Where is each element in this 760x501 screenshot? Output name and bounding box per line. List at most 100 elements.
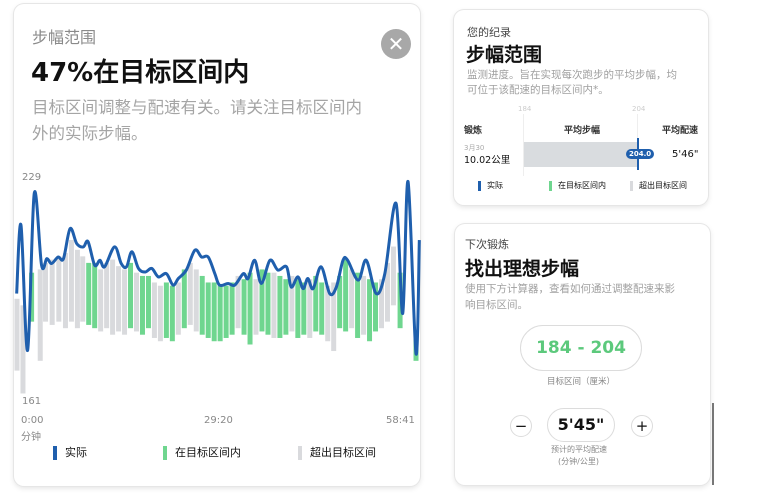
- out-of-range-bar: [37, 269, 43, 361]
- in-range-bar: [367, 279, 373, 342]
- in-range-bar: [295, 279, 301, 338]
- out-of-range-bar: [157, 285, 163, 342]
- out-of-range-bar: [43, 262, 49, 322]
- in-range-bar: [283, 279, 289, 335]
- pace-label-2: (分钟/公里): [558, 457, 599, 466]
- next-desc-1: 使用下方计算器，查看如何通过调整配速来影: [465, 283, 675, 295]
- record-desc-2: 可位于该配速的目标区间内*。: [467, 84, 609, 96]
- in-range-bar: [301, 282, 307, 335]
- next-workout-card: 下次锻炼 找出理想步幅 使用下方计算器，查看如何通过调整配速来影 响目标区间。 …: [455, 224, 710, 485]
- legend-label: 在目标区间内: [175, 446, 241, 459]
- legend-swatch-out: [298, 446, 302, 460]
- stride-range-bar: [524, 142, 638, 167]
- out-of-range-bar: [253, 279, 259, 335]
- in-range-bar: [163, 282, 169, 338]
- out-of-range-bar: [68, 240, 74, 322]
- next-desc-2: 响目标区间。: [465, 299, 528, 311]
- out-of-range-bar: [134, 272, 139, 332]
- out-of-range-bar: [62, 253, 68, 329]
- out-of-range-bar: [116, 266, 122, 332]
- stride-chart: [14, 180, 421, 394]
- x-tick-start: 0:00: [21, 415, 44, 426]
- target-range-value: 184 - 204: [520, 325, 642, 371]
- next-title: 找出理想步幅: [465, 258, 580, 280]
- stride-value-badge: 204.0: [626, 149, 655, 159]
- x-tick-mid: 29:20: [204, 415, 233, 426]
- out-of-range-bar: [56, 256, 62, 322]
- x-tick-end: 58:41: [386, 415, 415, 426]
- in-range-bar: [181, 269, 187, 329]
- col-stride: 平均步幅: [564, 126, 601, 136]
- out-of-range-bar: [98, 269, 104, 332]
- out-of-range-bar: [110, 259, 116, 335]
- out-of-range-bar: [361, 275, 367, 335]
- decrease-pace-button[interactable]: −: [510, 415, 532, 437]
- col-pace: 平均配速: [662, 126, 699, 136]
- out-of-range-bar: [49, 259, 55, 325]
- in-range-bar: [343, 259, 349, 332]
- out-of-range-bar: [187, 262, 193, 325]
- out-of-range-bar: [193, 269, 199, 332]
- next-label: 下次锻炼: [465, 238, 509, 251]
- legend-swatch-actual: [53, 446, 57, 460]
- in-range-bar: [92, 262, 98, 329]
- out-of-range-bar: [271, 272, 277, 338]
- legend-out-range: 超出目标区间: [630, 180, 687, 191]
- row-distance: 10.02公里: [464, 155, 511, 166]
- in-range-bar: [169, 285, 175, 342]
- record-title: 步幅范围: [466, 44, 543, 66]
- in-range-bar: [199, 275, 205, 335]
- in-range-bar: [223, 285, 229, 338]
- in-range-bar: [211, 282, 217, 342]
- legend-label: 实际: [65, 446, 87, 459]
- legend-swatch-in: [163, 446, 167, 460]
- in-range-bar: [277, 275, 283, 338]
- out-of-range-bar: [349, 269, 355, 329]
- out-of-range-bar: [175, 282, 181, 335]
- out-of-range-bar: [80, 256, 86, 322]
- in-range-bar: [205, 282, 211, 338]
- in-range-bar: [319, 282, 325, 335]
- out-of-range-bar: [151, 282, 157, 338]
- in-range-bar: [247, 272, 253, 345]
- pace-value: 5'45": [547, 408, 615, 442]
- out-of-range-bar: [390, 246, 396, 306]
- legend-label: 超出目标区间: [639, 181, 687, 190]
- record-desc-1: 监测进度。旨在实现每次跑步的平均步幅，均: [467, 69, 677, 81]
- legend-actual: 实际: [478, 180, 503, 191]
- scale-high: 204: [632, 105, 646, 113]
- legend-label: 在目标区间内: [558, 181, 606, 190]
- in-range-bar: [241, 279, 247, 335]
- in-range-bar: [86, 262, 92, 325]
- record-label: 您的纪录: [467, 26, 511, 39]
- col-workout: 锻炼: [464, 126, 483, 136]
- legend-swatch: [630, 180, 633, 191]
- in-range-bar: [145, 275, 151, 329]
- legend-swatch: [549, 180, 552, 191]
- row-pace: 5'46": [672, 149, 699, 160]
- in-range-bar: [229, 282, 235, 335]
- x-unit: 分钟: [21, 432, 41, 443]
- legend-out-range: 超出目标区间: [298, 444, 376, 460]
- y-tick-min: 161: [22, 396, 42, 407]
- legend-actual: 实际: [53, 444, 87, 460]
- y-tick-max: 229: [22, 172, 42, 183]
- out-of-range-bar: [74, 249, 80, 329]
- out-of-range-bar: [104, 262, 110, 329]
- legend-swatch: [478, 180, 481, 191]
- legend-label: 实际: [487, 181, 503, 190]
- increase-pace-button[interactable]: +: [631, 415, 653, 437]
- legend-in-range: 在目标区间内: [163, 444, 241, 460]
- legend-label: 超出目标区间: [310, 446, 376, 459]
- record-card: 您的纪录 步幅范围 监测进度。旨在实现每次跑步的平均步幅，均 可位于该配速的目标…: [454, 10, 708, 205]
- legend-in-range: 在目标区间内: [549, 180, 606, 191]
- scale-low: 184: [518, 105, 532, 113]
- in-range-bar: [128, 262, 134, 329]
- in-range-bar: [355, 272, 361, 338]
- scrollbar[interactable]: [712, 403, 714, 485]
- pace-label-1: 预计的平均配速: [551, 445, 607, 454]
- in-range-bar: [217, 285, 223, 342]
- in-range-bar: [139, 275, 145, 335]
- target-range-label: 目标区间（厘米）: [547, 377, 616, 387]
- in-range-bar: [265, 272, 271, 335]
